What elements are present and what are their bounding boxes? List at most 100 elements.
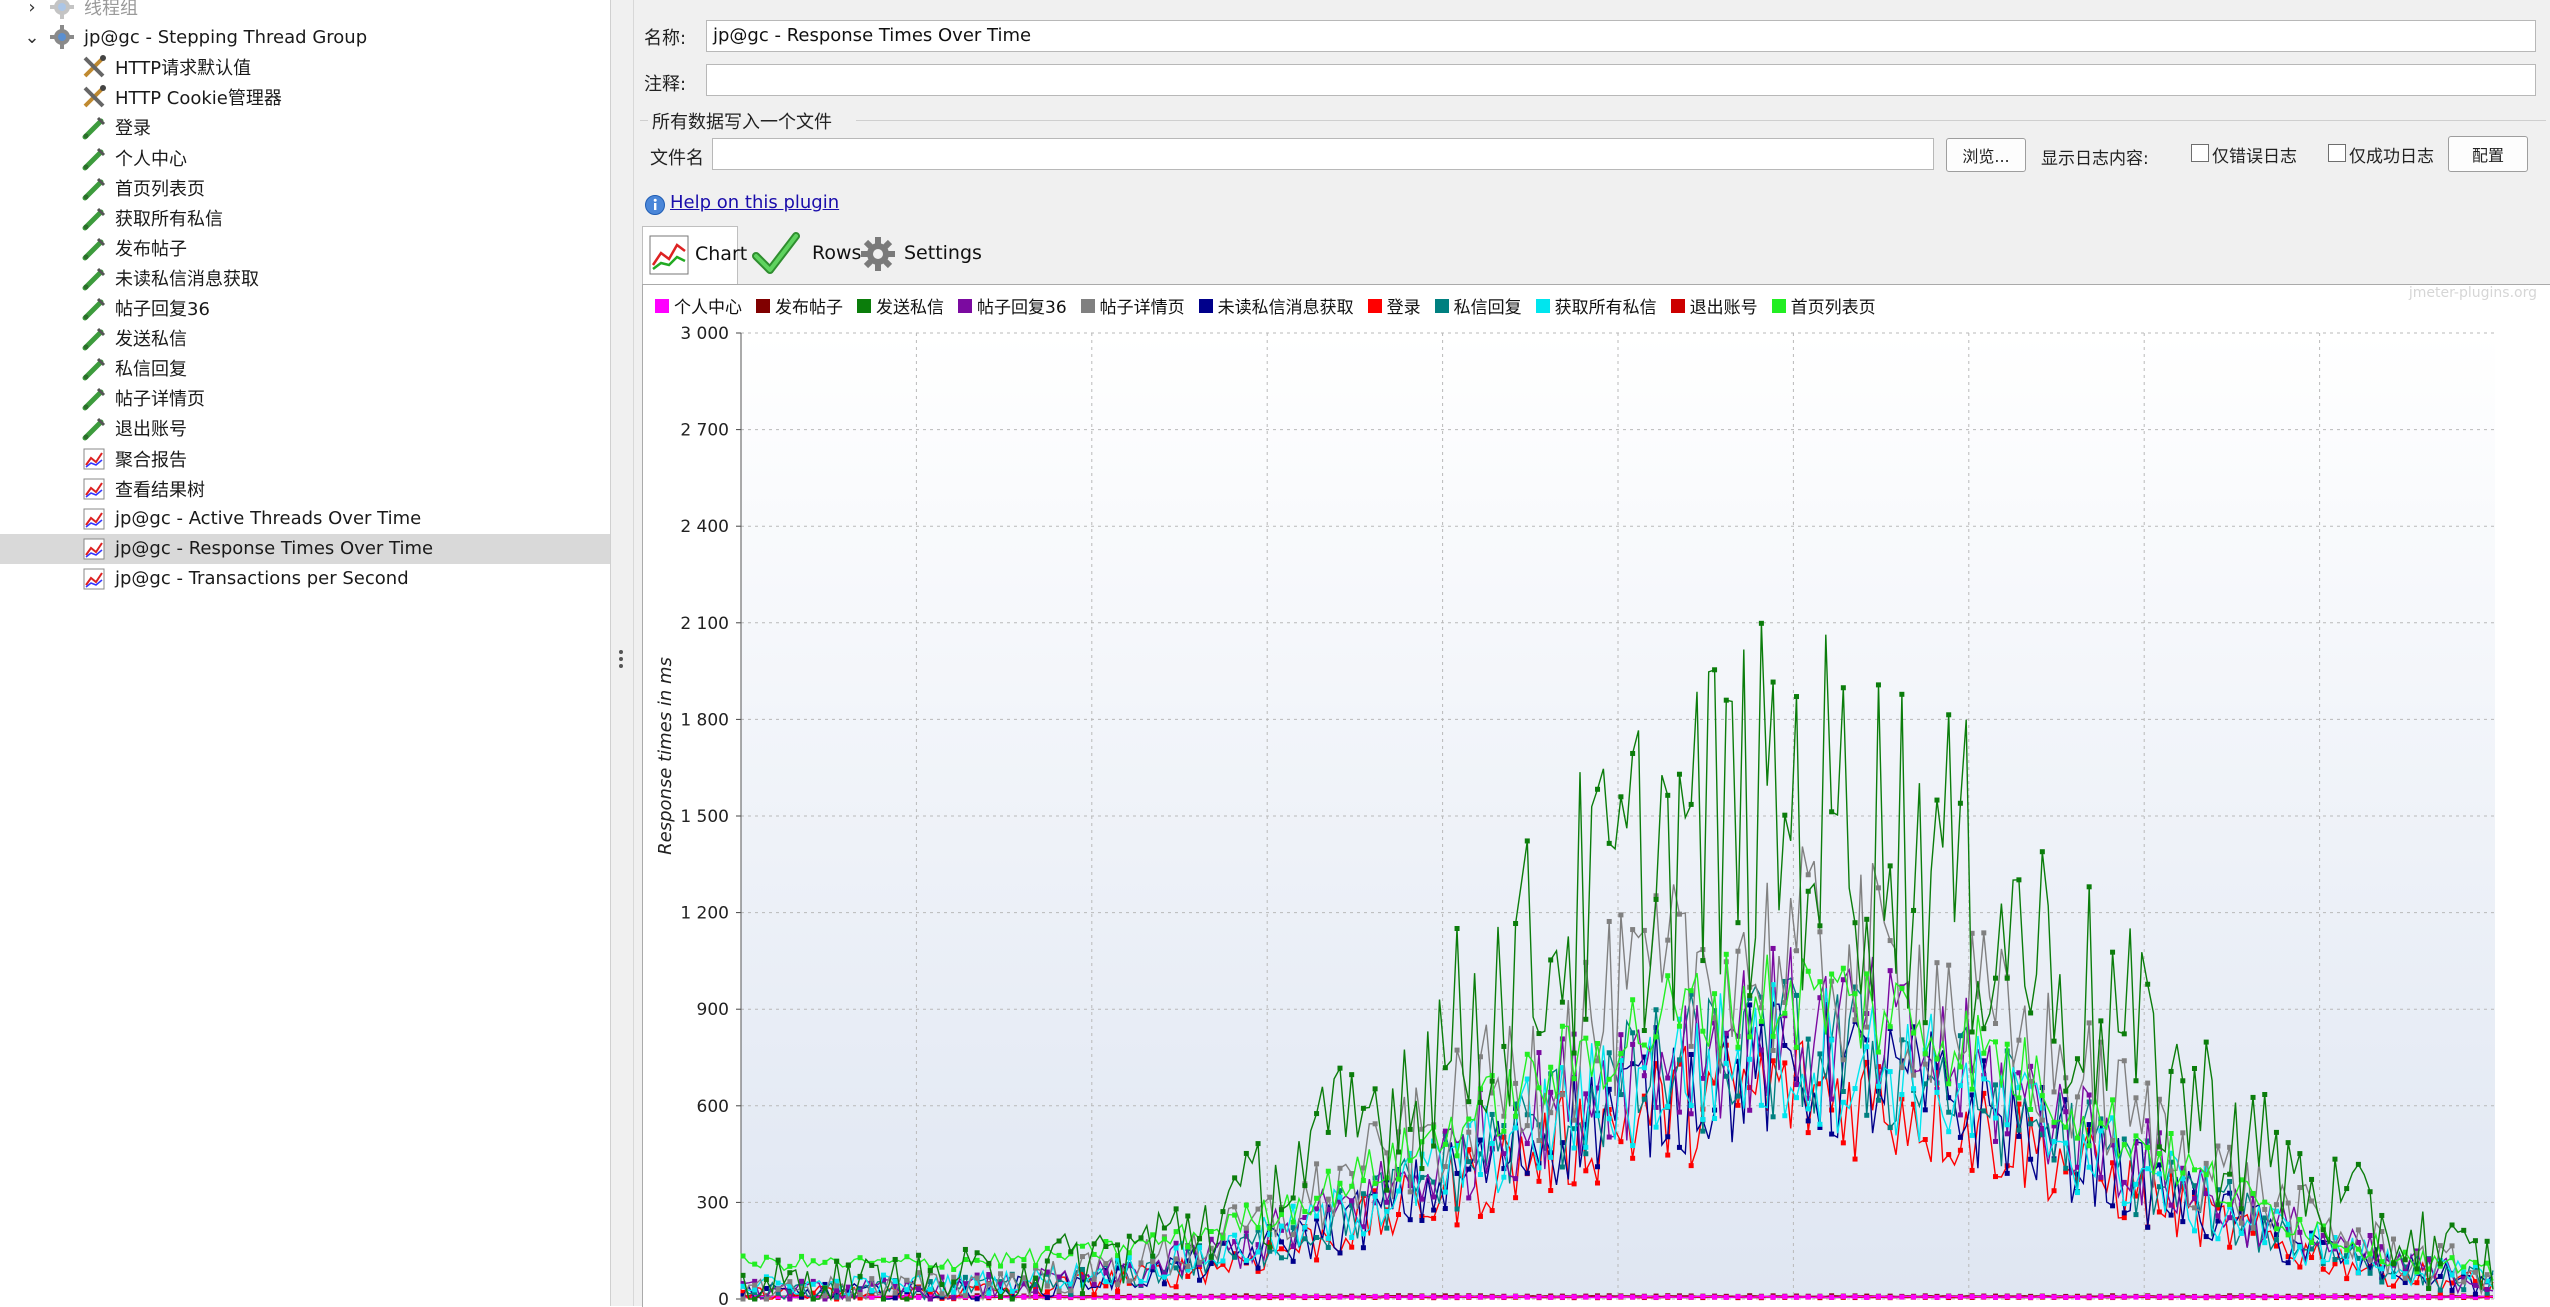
filename-input[interactable] xyxy=(712,138,1934,170)
series-point xyxy=(2156,1144,2162,1150)
series-point xyxy=(1454,1206,1460,1212)
series-point xyxy=(2273,1294,2279,1300)
tree-item[interactable]: 未读私信消息获取 xyxy=(0,263,610,293)
series-point xyxy=(2203,1160,2209,1166)
tree-item-label: 线程组 xyxy=(84,0,138,19)
series-point xyxy=(1349,1198,1355,1204)
series-point xyxy=(2250,1190,2256,1196)
series-point xyxy=(1852,1294,1858,1300)
series-point xyxy=(1419,1196,1425,1202)
series-point xyxy=(2285,1140,2291,1146)
series-point xyxy=(1899,985,1905,991)
series-point xyxy=(1559,1023,1565,1029)
series-point xyxy=(1676,1057,1682,1063)
series-point xyxy=(1559,999,1565,1005)
series-point xyxy=(1524,1141,1530,1147)
comment-input[interactable] xyxy=(706,64,2536,96)
tree-item-label: 帖子详情页 xyxy=(115,389,205,411)
series-point xyxy=(1337,1194,1343,1200)
series-point xyxy=(2285,1200,2291,1206)
response-times-chart[interactable]: 个人中心 发布帖子 发送私信 帖子回复36 帖子详情页 未读私信消息获取 登录 私信回复 获取所… xyxy=(642,284,2550,1307)
series-point xyxy=(763,1276,769,1282)
series-point xyxy=(1665,792,1671,798)
series-point xyxy=(2367,1251,2373,1257)
series-point xyxy=(1243,1150,1249,1156)
tree-item[interactable]: 首页列表页 xyxy=(0,173,610,203)
series-point xyxy=(1161,1274,1167,1280)
test-plan-tree[interactable]: › 线程组 ⌄ jp@gc - Stepping Thread Group HTTP请求… xyxy=(0,0,611,1306)
success-only-checkbox[interactable] xyxy=(2328,144,2346,162)
tree-item[interactable]: ⌄ jp@gc - Stepping Thread Group xyxy=(0,22,610,52)
series-point xyxy=(2484,1286,2490,1292)
series-point xyxy=(1641,1294,1647,1300)
expand-chevron-icon[interactable]: › xyxy=(22,0,42,18)
tree-item[interactable]: jp@gc - Transactions per Second xyxy=(0,564,610,594)
tree-item[interactable]: jp@gc - Response Times Over Time xyxy=(0,533,610,564)
series-point xyxy=(1911,1086,1917,1092)
series-point xyxy=(2004,1131,2010,1137)
series-point xyxy=(1197,1277,1203,1283)
series-point xyxy=(2344,1294,2350,1300)
series-point xyxy=(1419,1166,1425,1172)
series-point xyxy=(2086,1143,2092,1149)
series-point xyxy=(2145,981,2151,987)
series-point xyxy=(1758,1018,1764,1024)
tree-item-label: 登录 xyxy=(115,118,151,140)
series-point xyxy=(1922,1061,1928,1067)
series-point xyxy=(1536,1165,1542,1171)
series-point xyxy=(2297,1264,2303,1270)
sampler-icon xyxy=(80,384,108,412)
series-point xyxy=(1782,1010,1788,1016)
series-point xyxy=(1641,1065,1647,1071)
series-point xyxy=(1466,1195,1472,1201)
tab-rows[interactable]: Rows xyxy=(752,226,872,284)
errors-only-checkbox[interactable] xyxy=(2191,144,2209,162)
series-point xyxy=(1981,1294,1987,1300)
tree-item[interactable]: 聚合报告 xyxy=(0,444,610,474)
tree-item[interactable]: HTTP Cookie管理器 xyxy=(0,82,610,112)
tree-item[interactable]: 帖子详情页 xyxy=(0,383,610,413)
series-point xyxy=(799,1278,805,1284)
y-tick-label: 0 xyxy=(718,1290,729,1307)
tree-item[interactable]: 发布帖子 xyxy=(0,233,610,263)
series-point xyxy=(1852,920,1858,926)
tree-item[interactable]: 私信回复 xyxy=(0,353,610,383)
series-point xyxy=(2133,1078,2139,1084)
tree-item[interactable]: › 线程组 xyxy=(0,0,610,22)
tree-item[interactable]: 帖子回复36 xyxy=(0,293,610,323)
series-point xyxy=(1524,1170,1530,1176)
tab-settings[interactable]: Settings xyxy=(860,226,982,284)
series-point xyxy=(2250,1294,2256,1300)
collapse-chevron-icon[interactable]: ⌄ xyxy=(22,27,42,48)
tree-item[interactable]: 发送私信 xyxy=(0,323,610,353)
series-point xyxy=(1606,1134,1612,1140)
tree-item[interactable]: jp@gc - Active Threads Over Time xyxy=(0,504,610,534)
series-point xyxy=(2461,1227,2467,1233)
series-point xyxy=(974,1296,980,1302)
name-input[interactable]: jp@gc - Response Times Over Time xyxy=(706,20,2536,52)
tree-item[interactable]: HTTP请求默认值 xyxy=(0,52,610,82)
series-point xyxy=(1044,1289,1050,1295)
help-plugin-link[interactable]: Help on this plugin xyxy=(670,192,839,213)
tree-item[interactable]: 退出账号 xyxy=(0,413,610,443)
series-point xyxy=(2391,1236,2397,1242)
series-point xyxy=(1091,1241,1097,1247)
configure-button[interactable]: 配置 xyxy=(2448,136,2528,172)
log-display-label: 显示日志内容: xyxy=(2041,149,2149,169)
tree-item[interactable]: 查看结果树 xyxy=(0,474,610,504)
series-point xyxy=(2449,1243,2455,1249)
series-point xyxy=(1957,800,1963,806)
tree-item[interactable]: 登录 xyxy=(0,112,610,142)
tab-chart[interactable]: Chart xyxy=(642,226,747,285)
series-point xyxy=(1957,1064,1963,1070)
series-point xyxy=(1033,1288,1039,1294)
series-point xyxy=(2309,1255,2315,1261)
browse-button[interactable]: 浏览... xyxy=(1946,138,2026,172)
tree-item[interactable]: 获取所有私信 xyxy=(0,203,610,233)
series-point xyxy=(1407,1217,1413,1223)
series-point xyxy=(1899,1065,1905,1071)
series-point xyxy=(1536,1050,1542,1056)
tree-item[interactable]: 个人中心 xyxy=(0,143,610,173)
panel-splitter[interactable] xyxy=(611,0,634,1306)
series-point xyxy=(1466,1166,1472,1172)
